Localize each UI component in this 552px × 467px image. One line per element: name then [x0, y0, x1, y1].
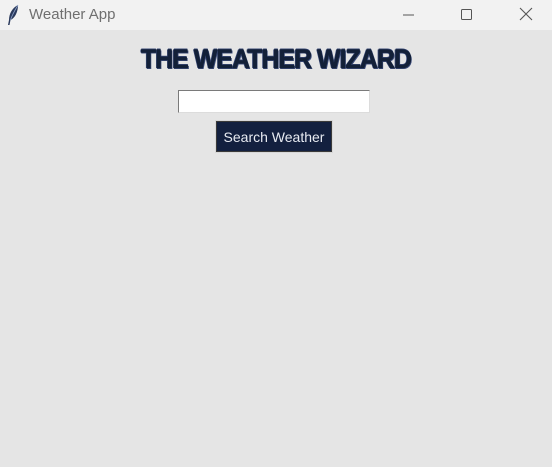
minimize-icon — [403, 6, 415, 25]
close-button[interactable] — [503, 0, 549, 30]
search-input[interactable] — [178, 90, 370, 113]
close-icon — [519, 6, 533, 25]
minimize-button[interactable] — [386, 0, 432, 30]
app-window: Weather App THE WEATHER WIZARD Search We… — [0, 0, 552, 467]
search-weather-button[interactable]: Search Weather — [215, 120, 333, 153]
app-heading: THE WEATHER WIZARD — [141, 44, 412, 75]
maximize-button[interactable] — [444, 0, 490, 30]
window-title: Weather App — [29, 6, 116, 23]
title-bar[interactable]: Weather App — [0, 0, 552, 30]
maximize-icon — [461, 6, 473, 25]
feather-icon — [6, 4, 20, 26]
